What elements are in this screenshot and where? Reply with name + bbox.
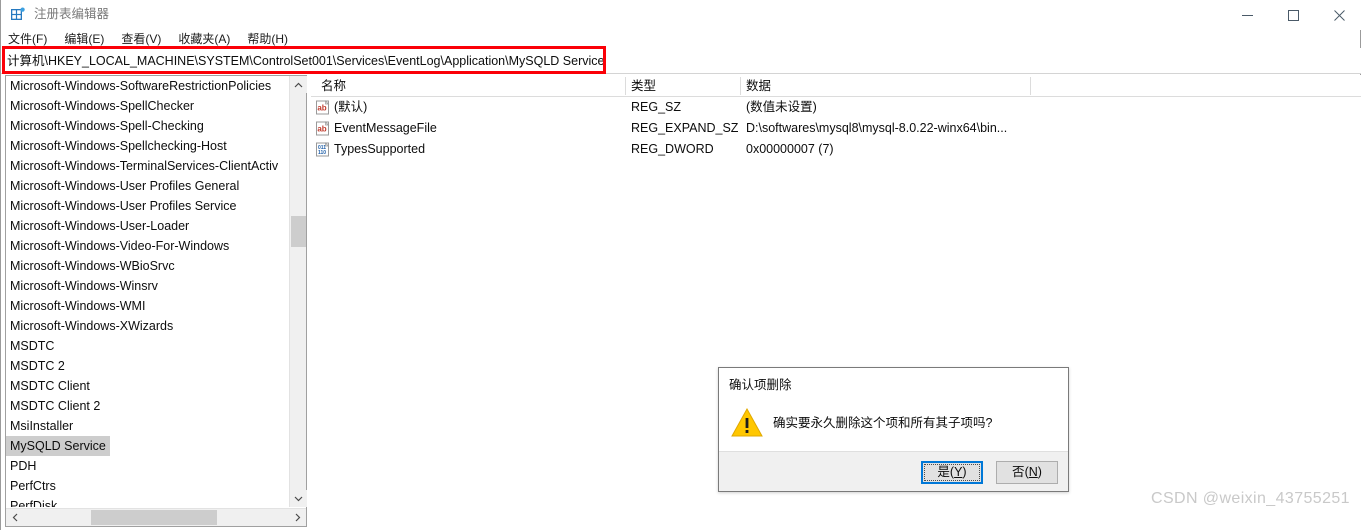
column-divider[interactable] — [1030, 77, 1031, 95]
tree-item[interactable]: MSDTC — [6, 339, 54, 353]
tree-item[interactable]: Microsoft-Windows-TerminalServices-Clien… — [6, 159, 278, 173]
tree-item[interactable]: PerfCtrs — [6, 479, 56, 493]
close-button[interactable] — [1316, 0, 1361, 30]
value-data: 0x00000007 (7) — [746, 142, 834, 156]
title-bar: 注册表编辑器 — [1, 0, 1361, 30]
value-type: REG_EXPAND_SZ — [631, 121, 739, 135]
tree-item[interactable]: MSDTC 2 — [6, 359, 65, 373]
tree-item-selected[interactable]: MySQLD Service — [6, 436, 110, 456]
dialog-footer: 是(Y) 否(N) — [719, 451, 1068, 491]
column-divider[interactable] — [625, 77, 626, 95]
tree-item[interactable]: Microsoft-Windows-User-Loader — [6, 219, 189, 233]
tree-item[interactable]: Microsoft-Windows-Spellchecking-Host — [6, 139, 227, 153]
tree-item[interactable]: Microsoft-Windows-WBioSrvc — [6, 259, 175, 273]
value-name: (默认) — [334, 100, 368, 114]
menu-item-help[interactable]: 帮助(H) — [247, 31, 297, 47]
no-button-label: 否 — [1012, 465, 1025, 479]
tree-item[interactable]: Microsoft-Windows-SpellChecker — [6, 99, 194, 113]
value-data: (数值未设置) — [746, 100, 817, 114]
menu-item-file[interactable]: 文件(F) — [8, 31, 56, 47]
value-name: TypesSupported — [334, 142, 426, 156]
close-icon — [1333, 9, 1345, 21]
scroll-left-button[interactable] — [6, 509, 23, 526]
string-value-icon: ab — [315, 121, 330, 136]
dialog-title: 确认项删除 — [729, 378, 792, 392]
table-row[interactable]: ab (默认) REG_SZ (数值未设置) — [311, 97, 1361, 118]
tree-item[interactable]: Microsoft-Windows-XWizards — [6, 319, 173, 333]
tree-item[interactable]: PerfDisk — [6, 499, 57, 507]
tree-horizontal-scrollbar[interactable] — [6, 508, 306, 526]
value-data: D:\softwares\mysql8\mysql-8.0.22-winx64\… — [746, 121, 1008, 135]
minimize-icon — [1241, 14, 1253, 16]
window-controls — [1224, 0, 1361, 30]
tree-item[interactable]: MsiInstaller — [6, 419, 73, 433]
values-column-header: 名称 类型 数据 — [311, 75, 1361, 97]
tree-item[interactable]: PDH — [6, 459, 36, 473]
column-divider[interactable] — [740, 77, 741, 95]
chevron-up-icon — [294, 82, 303, 87]
minimize-button[interactable] — [1224, 0, 1270, 30]
table-row[interactable]: ab EventMessageFile REG_EXPAND_SZ D:\sof… — [311, 118, 1361, 139]
window-title: 注册表编辑器 — [34, 7, 110, 21]
chevron-left-icon — [12, 513, 17, 522]
column-header-name[interactable]: 名称 — [321, 78, 346, 95]
column-header-type[interactable]: 类型 — [631, 78, 656, 95]
yes-button-accelerator: Y — [954, 465, 963, 479]
menu-item-favorites[interactable]: 收藏夹(A) — [178, 31, 239, 47]
menu-item-view[interactable]: 查看(V) — [121, 31, 170, 47]
value-type: REG_SZ — [631, 100, 682, 114]
dialog-message: 确实要永久删除这个项和所有其子项吗? — [773, 416, 993, 430]
scroll-up-button[interactable] — [290, 76, 307, 93]
registry-tree-pane: Microsoft-Windows-SoftwareRestrictionPol… — [5, 75, 307, 527]
string-value-icon: ab — [315, 100, 330, 115]
value-name: EventMessageFile — [334, 121, 437, 135]
confirm-delete-dialog: 确认项删除 确实要永久删除这个项和所有其子项吗? 是(Y) 否(N) — [718, 367, 1069, 492]
tree-item[interactable]: Microsoft-Windows-Spell-Checking — [6, 119, 204, 133]
table-row[interactable]: 011 110 TypesSupported REG_DWORD 0x00000… — [311, 139, 1361, 160]
warning-icon — [731, 407, 763, 438]
maximize-button[interactable] — [1270, 0, 1316, 30]
tree-item[interactable]: MSDTC Client — [6, 379, 90, 393]
maximize-icon — [1287, 9, 1299, 21]
menu-item-edit[interactable]: 编辑(E) — [64, 31, 113, 47]
tree-item[interactable]: Microsoft-Windows-WMI — [6, 299, 145, 313]
yes-button-label: 是 — [937, 465, 950, 479]
watermark: CSDN @weixin_43755251 — [1151, 490, 1350, 507]
address-path: 计算机\HKEY_LOCAL_MACHINE\SYSTEM\ControlSet… — [7, 54, 605, 68]
menu-bar: 文件(F) 编辑(E) 查看(V) 收藏夹(A) 帮助(H) — [1, 30, 1361, 48]
address-bar[interactable]: 计算机\HKEY_LOCAL_MACHINE\SYSTEM\ControlSet… — [1, 48, 1361, 74]
tree-item[interactable]: MSDTC Client 2 — [6, 399, 100, 413]
scroll-thumb-vertical[interactable] — [291, 216, 306, 247]
tree-item[interactable]: Microsoft-Windows-SoftwareRestrictionPol… — [6, 79, 271, 93]
svg-text:ab: ab — [317, 125, 326, 134]
scroll-down-button[interactable] — [290, 490, 307, 507]
svg-text:110: 110 — [318, 150, 326, 156]
no-button[interactable]: 否(N) — [996, 461, 1058, 484]
registry-editor-window: 注册表编辑器 文件(F) 编辑(E) 查看(V) 收藏夹(A) 帮助(H) 计算… — [0, 0, 1361, 530]
column-header-data[interactable]: 数据 — [746, 78, 771, 95]
yes-button[interactable]: 是(Y) — [921, 461, 983, 484]
registry-tree-list[interactable]: Microsoft-Windows-SoftwareRestrictionPol… — [6, 76, 289, 507]
chevron-down-icon — [294, 496, 303, 501]
content-area: Microsoft-Windows-SoftwareRestrictionPol… — [1, 75, 1361, 530]
scroll-right-button[interactable] — [289, 509, 306, 526]
tree-item[interactable]: Microsoft-Windows-Winsrv — [6, 279, 158, 293]
tree-vertical-scrollbar[interactable] — [289, 76, 307, 507]
no-button-accelerator: N — [1028, 465, 1038, 479]
registry-editor-icon — [10, 7, 26, 23]
chevron-right-icon — [295, 513, 300, 522]
tree-item[interactable]: Microsoft-Windows-Video-For-Windows — [6, 239, 229, 253]
tree-item[interactable]: Microsoft-Windows-User Profiles General — [6, 179, 239, 193]
tree-item[interactable]: Microsoft-Windows-User Profiles Service — [6, 199, 236, 213]
dword-value-icon: 011 110 — [315, 142, 330, 157]
value-type: REG_DWORD — [631, 142, 714, 156]
scroll-thumb-horizontal[interactable] — [91, 510, 217, 525]
values-list[interactable]: ab (默认) REG_SZ (数值未设置) ab EventMessageFi… — [311, 97, 1361, 160]
svg-text:ab: ab — [317, 104, 326, 113]
